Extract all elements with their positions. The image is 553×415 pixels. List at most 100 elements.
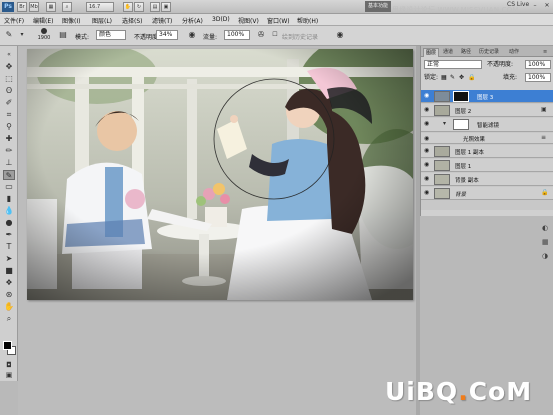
- close-icon[interactable]: ✕: [543, 2, 551, 10]
- opacity-field[interactable]: 34%: [156, 30, 178, 40]
- chevron-down-icon[interactable]: ▾: [17, 30, 27, 40]
- layer-name[interactable]: 图层 3: [477, 93, 493, 101]
- screen-mode-icon[interactable]: ▣: [161, 2, 171, 12]
- menu-edit[interactable]: 编辑(E): [33, 16, 53, 25]
- tablet-opacity-icon[interactable]: ◉: [187, 30, 197, 40]
- airbrush-icon[interactable]: ✇: [256, 30, 266, 40]
- eye-icon[interactable]: ◉: [424, 121, 431, 127]
- panel-menu-icon[interactable]: ≡: [541, 48, 549, 57]
- lock-all-icon[interactable]: 🔒: [468, 73, 475, 82]
- checkbox-icon[interactable]: ☐: [270, 30, 280, 40]
- menu-3d[interactable]: 3D(D): [212, 16, 230, 23]
- hand-tool-icon[interactable]: ✋: [3, 302, 15, 312]
- tab-history[interactable]: 历史记录: [477, 48, 501, 57]
- eye-icon[interactable]: ◉: [424, 107, 431, 113]
- layer-name[interactable]: 背景: [455, 190, 466, 198]
- cs-live-button[interactable]: CS Live: [507, 1, 529, 8]
- marquee-tool-icon[interactable]: ⬚: [3, 74, 15, 84]
- layer-mask-thumbnail[interactable]: [453, 91, 469, 102]
- layer-name[interactable]: 图层 1: [455, 162, 471, 170]
- blur-tool-icon[interactable]: 💧: [3, 206, 15, 216]
- gradient-tool-icon[interactable]: ▮: [3, 194, 15, 204]
- menu-window[interactable]: 窗口(W): [267, 16, 290, 25]
- mini-bridge-button[interactable]: Mb: [29, 2, 39, 12]
- lock-pixels-icon[interactable]: ✎: [450, 73, 455, 82]
- tab-layers[interactable]: 图层: [423, 48, 440, 57]
- layer-opacity-field[interactable]: 100%: [525, 60, 551, 69]
- history-brush-preset-icon[interactable]: ✎: [4, 30, 14, 40]
- lasso-tool-icon[interactable]: ʘ: [3, 86, 15, 96]
- eye-icon[interactable]: ◉: [424, 136, 431, 142]
- quick-select-tool-icon[interactable]: ✐: [3, 98, 15, 108]
- arrange-documents-icon[interactable]: ▤: [150, 2, 160, 12]
- menu-filter[interactable]: 滤镜(T): [152, 16, 172, 25]
- foreground-color-swatch[interactable]: [3, 341, 12, 350]
- menu-file[interactable]: 文件(F): [4, 16, 24, 25]
- adjustments-panel-icon[interactable]: ◑: [542, 252, 551, 261]
- lock-position-icon[interactable]: ✥: [459, 73, 464, 82]
- layer-row[interactable]: ◉ 背景 🔒: [421, 187, 553, 200]
- expand-triangle-icon[interactable]: ▾: [443, 121, 446, 127]
- layer-row[interactable]: ◉ 图层 1: [421, 159, 553, 172]
- history-label[interactable]: 绘到历史记录: [282, 32, 318, 41]
- type-tool-icon[interactable]: T: [3, 242, 15, 252]
- menu-layer[interactable]: 图层(L): [92, 16, 112, 25]
- color-panel-icon[interactable]: ◐: [542, 224, 551, 233]
- zoom-level-field[interactable]: 16.7: [86, 2, 114, 12]
- blend-mode-select[interactable]: 正常: [424, 60, 482, 69]
- brush-panel-icon[interactable]: ▤: [58, 30, 68, 40]
- eye-icon[interactable]: ◉: [424, 176, 431, 182]
- pen-tool-icon[interactable]: ✒: [3, 230, 15, 240]
- tab-actions[interactable]: 动作: [507, 48, 521, 57]
- zoom-tool-icon[interactable]: ⌕: [3, 314, 15, 324]
- workspace-switcher-button[interactable]: 基本功能: [365, 1, 391, 12]
- brush-size-picker[interactable]: 1900: [37, 28, 51, 44]
- screen-mode-icon[interactable]: ▣: [3, 370, 15, 380]
- menu-view[interactable]: 视图(V): [238, 16, 259, 25]
- eye-icon[interactable]: ◉: [424, 190, 431, 196]
- flow-field[interactable]: 100%: [224, 30, 250, 40]
- dodge-tool-icon[interactable]: ●: [3, 218, 15, 228]
- healing-brush-tool-icon[interactable]: ✚: [3, 134, 15, 144]
- collapse-toolbox-icon[interactable]: «: [3, 50, 15, 60]
- path-selection-tool-icon[interactable]: ➤: [3, 254, 15, 264]
- eye-icon[interactable]: ◉: [424, 93, 431, 99]
- menu-select[interactable]: 选择(S): [122, 16, 143, 25]
- menu-image[interactable]: 图像(I): [62, 16, 80, 25]
- brush-tool-icon[interactable]: ✏: [3, 146, 15, 156]
- lock-transparent-icon[interactable]: ▦: [441, 73, 447, 82]
- layer-row[interactable]: ◉ 图层 2 ▣: [421, 104, 553, 117]
- eye-icon[interactable]: ◉: [424, 162, 431, 168]
- mode-select[interactable]: 颜色: [96, 30, 126, 40]
- bridge-button[interactable]: Br: [17, 2, 27, 12]
- hand-tool-icon[interactable]: ✋: [123, 2, 133, 12]
- layer-row[interactable]: ◉ ▾ 智能滤镜: [421, 118, 553, 132]
- swatches-panel-icon[interactable]: ▦: [542, 238, 551, 247]
- eraser-tool-icon[interactable]: ▭: [3, 182, 15, 192]
- fill-field[interactable]: 100%: [525, 73, 551, 82]
- zoom-tool-icon[interactable]: ⌕: [62, 2, 72, 12]
- layer-row[interactable]: ◉ 图层 3: [421, 90, 553, 103]
- filter-mask-thumbnail[interactable]: [453, 119, 469, 130]
- filter-options-icon[interactable]: ≡: [541, 135, 546, 141]
- shape-tool-icon[interactable]: ■: [3, 266, 15, 276]
- layer-row[interactable]: ◉ 图层 1 副本: [421, 145, 553, 158]
- layer-name[interactable]: 背景 副本: [455, 176, 479, 184]
- 3d-rotate-tool-icon[interactable]: ❖: [3, 278, 15, 288]
- move-tool-icon[interactable]: ✥: [3, 62, 15, 72]
- view-extras-icon[interactable]: ▦: [46, 2, 56, 12]
- layer-name[interactable]: 光照效果: [463, 135, 485, 143]
- eye-icon[interactable]: ◉: [424, 148, 431, 154]
- menu-analysis[interactable]: 分析(A): [182, 16, 203, 25]
- layer-row[interactable]: ◉ 背景 副本: [421, 173, 553, 186]
- minimize-icon[interactable]: –: [531, 2, 539, 10]
- eyedropper-tool-icon[interactable]: ⚲: [3, 122, 15, 132]
- tab-paths[interactable]: 路径: [459, 48, 473, 57]
- quick-mask-icon[interactable]: ◘: [3, 360, 15, 370]
- history-brush-tool-icon[interactable]: ✎: [3, 170, 15, 180]
- clone-stamp-tool-icon[interactable]: ⊥: [3, 158, 15, 168]
- wedding-photo[interactable]: [27, 49, 413, 300]
- rotate-view-icon[interactable]: ↻: [134, 2, 144, 12]
- menu-help[interactable]: 帮助(H): [297, 16, 318, 25]
- layer-name[interactable]: 智能滤镜: [477, 121, 499, 129]
